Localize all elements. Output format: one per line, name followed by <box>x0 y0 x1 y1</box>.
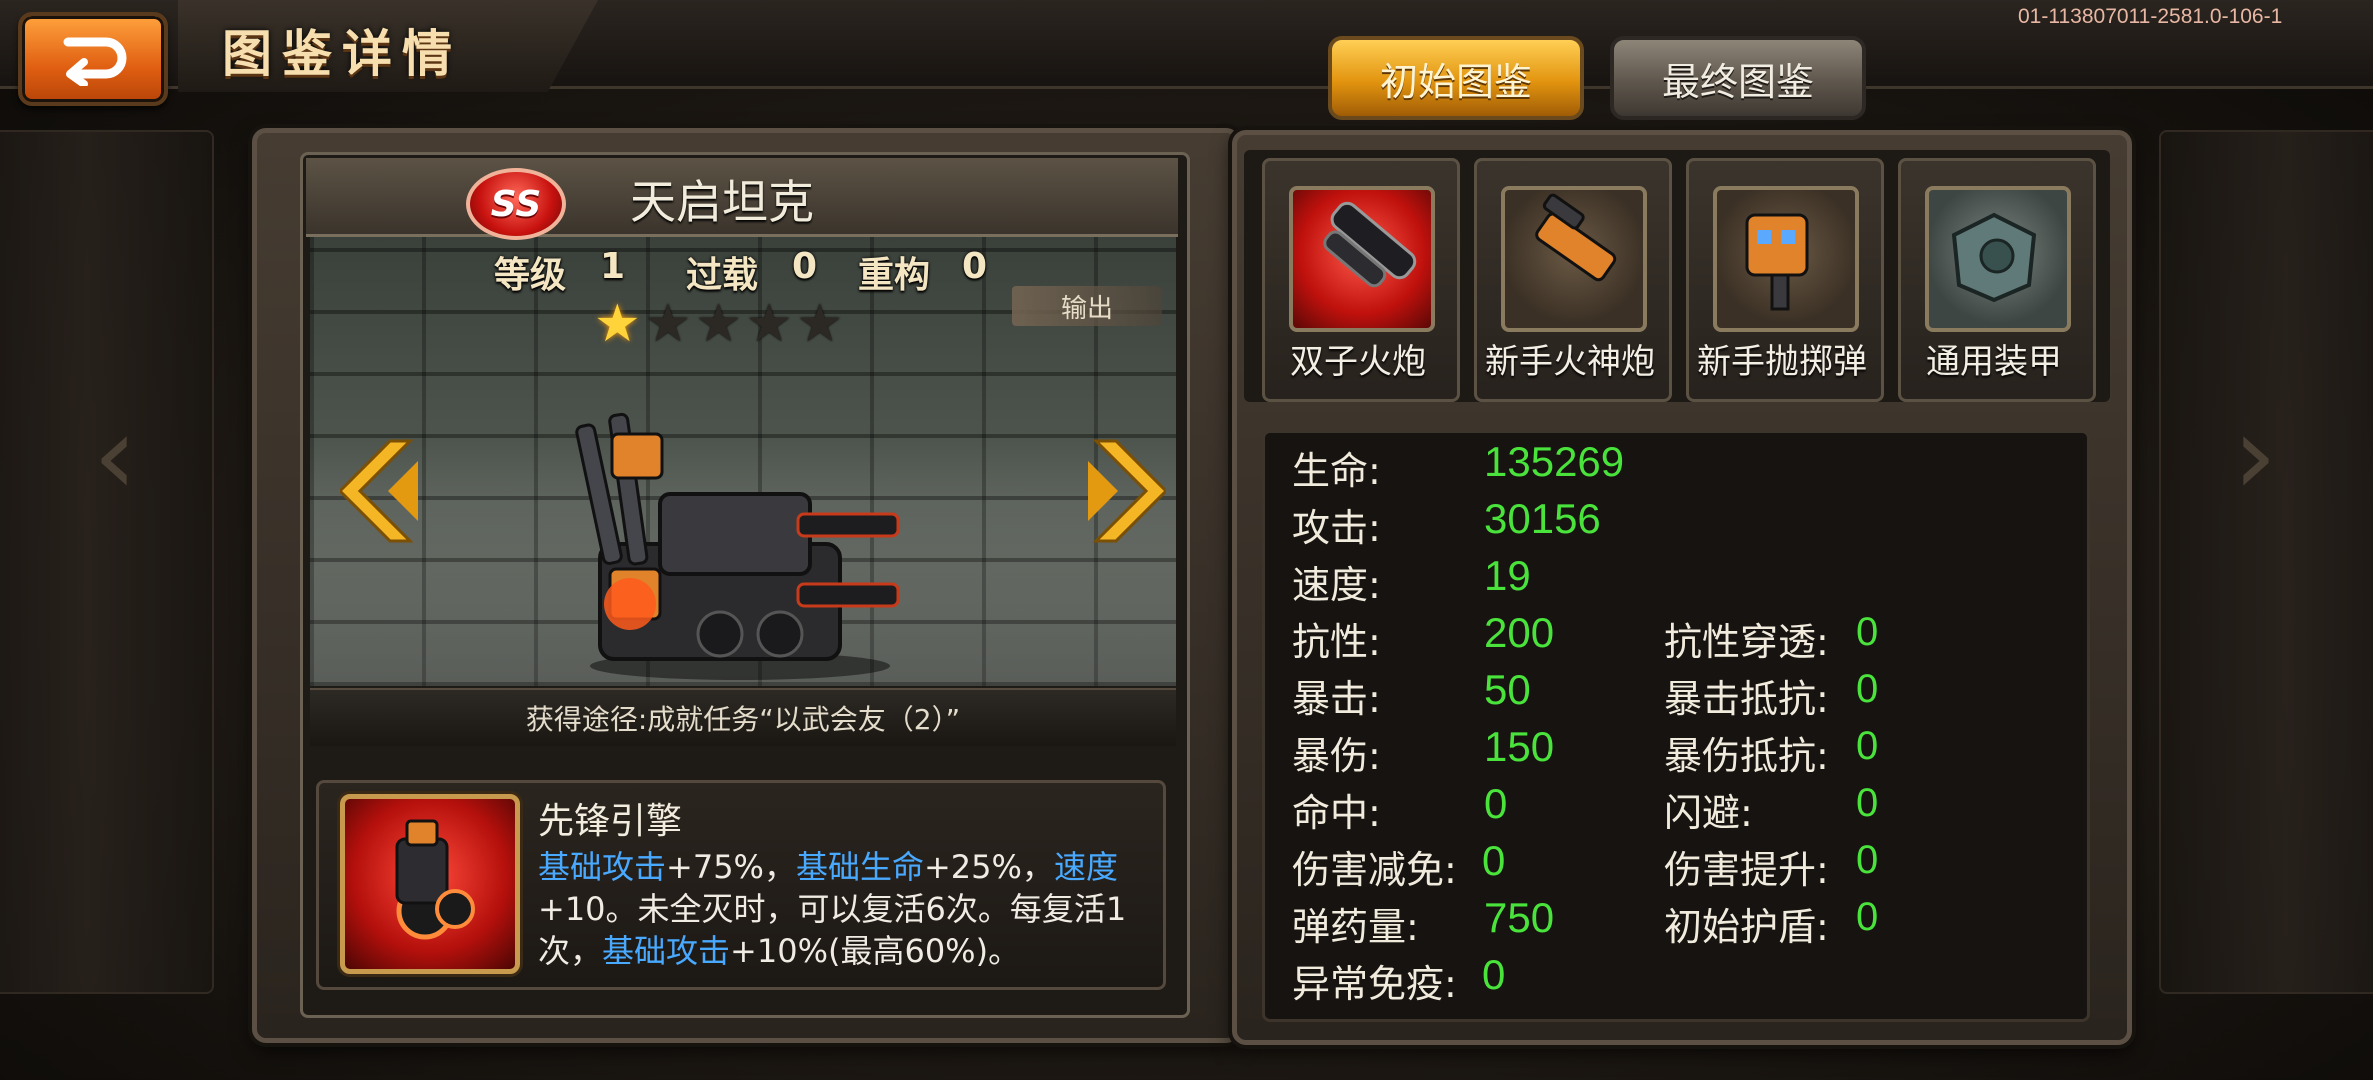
stat-value-resist-penetration: 0 <box>1856 610 1879 654</box>
stat-value-hp: 135269 <box>1484 438 1625 485</box>
stat-value-crit-damage: 150 <box>1484 723 1555 770</box>
stat-value-damage-boost: 0 <box>1856 838 1879 882</box>
stat-value-damage-reduction: 0 <box>1482 837 1506 884</box>
stat-label-ammo: 弹药量: <box>1292 905 1419 949</box>
level-label: 等级 <box>494 255 567 296</box>
stat-label-attack: 攻击: <box>1292 506 1381 550</box>
stat-label-crit-damage-resist: 暴伤抵抗: <box>1664 734 1829 778</box>
stat-value-speed: 19 <box>1484 552 1531 599</box>
tank-model <box>575 412 900 680</box>
back-arrow-icon <box>63 37 127 86</box>
build-id: 01-113807011-2581.0-106-1 <box>2018 5 2283 28</box>
stat-label-speed: 速度: <box>1292 563 1381 607</box>
stat-label-hit: 命中: <box>1292 791 1381 835</box>
right-wall-decoration <box>2159 130 2373 994</box>
equipment-label-2: 新手火神炮 <box>1485 342 1655 382</box>
stat-value-ammo: 750 <box>1484 894 1555 941</box>
star-rating: ★★★★★ <box>594 294 847 354</box>
stat-label-dodge: 闪避: <box>1664 791 1753 835</box>
unit-name: 天启坦克 <box>630 175 814 229</box>
rebuild-value: 0 <box>962 246 988 287</box>
stat-label-hp: 生命: <box>1292 449 1381 493</box>
skill-keyword: 速度 <box>1053 848 1118 886</box>
star-empty-icon: ★ <box>796 294 848 354</box>
vanguard-engine-skill-icon[interactable] <box>340 794 520 974</box>
left-wall-decoration <box>0 130 214 994</box>
skill-description: 基础攻击+75%，基础生命+25%，速度+10。未全灭时，可以复活6次。每复活1… <box>538 846 1138 972</box>
stat-label-crit-resist: 暴击抵抗: <box>1664 677 1829 721</box>
overload-value: 0 <box>792 246 818 287</box>
throwing-bomb-glyph <box>1745 213 1809 311</box>
star-empty-icon: ★ <box>745 294 797 354</box>
stat-label-resistance: 抗性: <box>1292 620 1381 664</box>
stat-value-status-immunity: 0 <box>1482 951 1506 998</box>
skill-keyword: 基础生命 <box>795 848 924 886</box>
page-title: 图鉴详情 <box>222 25 462 83</box>
skill-text: +75%， <box>666 848 796 886</box>
stat-value-crit-damage-resist: 0 <box>1856 724 1879 768</box>
twin-cannon-icon[interactable] <box>1289 186 1435 332</box>
equipment-label-1: 双子火炮 <box>1290 342 1426 382</box>
stat-value-attack: 30156 <box>1484 495 1601 542</box>
skill-vehicle-icon <box>395 819 475 940</box>
rebuild-label: 重构 <box>858 255 931 296</box>
prev-unit-arrow-icon[interactable] <box>340 436 420 546</box>
stat-label-crit-damage: 暴伤: <box>1292 734 1381 778</box>
equipment-label-3: 新手抛掷弹 <box>1697 342 1867 382</box>
skill-keyword: 基础攻击 <box>602 932 731 970</box>
back-button[interactable] <box>18 12 168 106</box>
skill-keyword: 基础攻击 <box>538 848 667 886</box>
chevron-left-decoration: ‹ <box>93 391 137 519</box>
tab-initial-codex[interactable]: 初始图鉴 <box>1328 36 1584 120</box>
star-filled-icon: ★ <box>594 294 645 354</box>
vulcan-cannon-icon[interactable] <box>1501 186 1647 332</box>
stat-label-resist-penetration: 抗性穿透: <box>1664 620 1829 664</box>
skill-name: 先锋引擎 <box>538 801 683 842</box>
star-empty-icon: ★ <box>644 294 696 354</box>
skill-text: +25%， <box>923 848 1054 886</box>
stat-value-crit-resist: 0 <box>1856 667 1879 711</box>
stat-label-status-immunity: 异常免疫: <box>1292 962 1457 1006</box>
overload-label: 过载 <box>686 255 759 296</box>
stat-label-initial-shield: 初始护盾: <box>1664 905 1829 949</box>
throwing-bomb-icon[interactable] <box>1713 186 1859 332</box>
armor-icon[interactable] <box>1925 186 2071 332</box>
stat-label-damage-boost: 伤害提升: <box>1664 848 1829 892</box>
level-value: 1 <box>600 246 626 287</box>
stat-label-damage-reduction: 伤害减免: <box>1292 848 1457 892</box>
stat-value-crit: 50 <box>1484 666 1531 713</box>
acquisition-source: 获得途径:成就任务“以武会友（2）” <box>310 688 1176 746</box>
chevron-right-decoration: › <box>2233 391 2277 519</box>
stat-value-dodge: 0 <box>1856 781 1879 825</box>
armor-glyph <box>1951 212 2037 303</box>
role-tag: 输出 <box>1012 286 1162 326</box>
rank-badge: SS <box>466 168 566 240</box>
tab-final-codex[interactable]: 最终图鉴 <box>1610 36 1866 120</box>
stat-value-initial-shield: 0 <box>1856 895 1879 939</box>
vulcan-cannon-glyph <box>1535 193 1617 282</box>
stat-value-resistance: 200 <box>1484 609 1555 656</box>
skill-text: +10%(最高60%)。 <box>730 932 1021 970</box>
twin-cannon-glyph <box>1323 201 1417 288</box>
stat-value-hit: 0 <box>1484 780 1508 827</box>
next-unit-arrow-icon[interactable] <box>1086 436 1166 546</box>
star-empty-icon: ★ <box>695 294 746 354</box>
equipment-label-4: 通用装甲 <box>1926 342 2062 382</box>
stat-label-crit: 暴击: <box>1292 677 1381 721</box>
